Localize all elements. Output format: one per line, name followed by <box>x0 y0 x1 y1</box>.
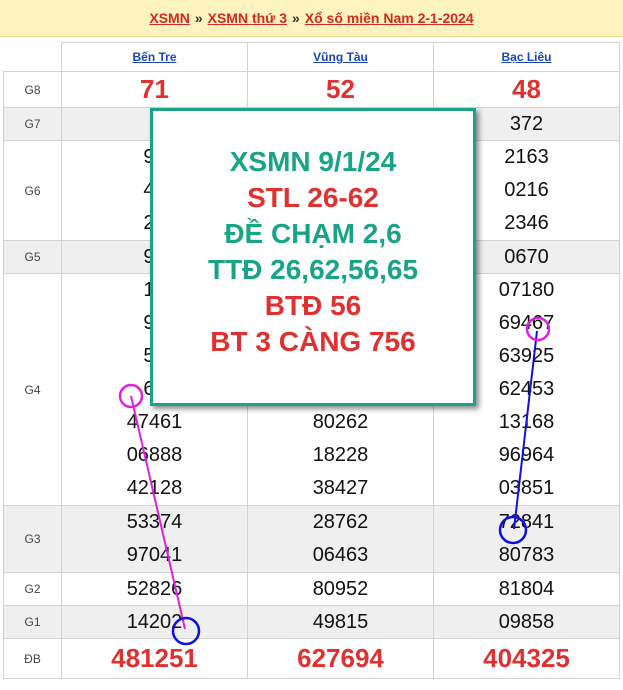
magenta-connector-line <box>130 395 186 630</box>
blue-circle-marker <box>171 616 201 646</box>
blue-connector-line <box>513 330 538 530</box>
annotation-layer <box>118 316 551 646</box>
blue-circle-marker <box>498 515 528 545</box>
magenta-circle-marker <box>525 316 551 342</box>
